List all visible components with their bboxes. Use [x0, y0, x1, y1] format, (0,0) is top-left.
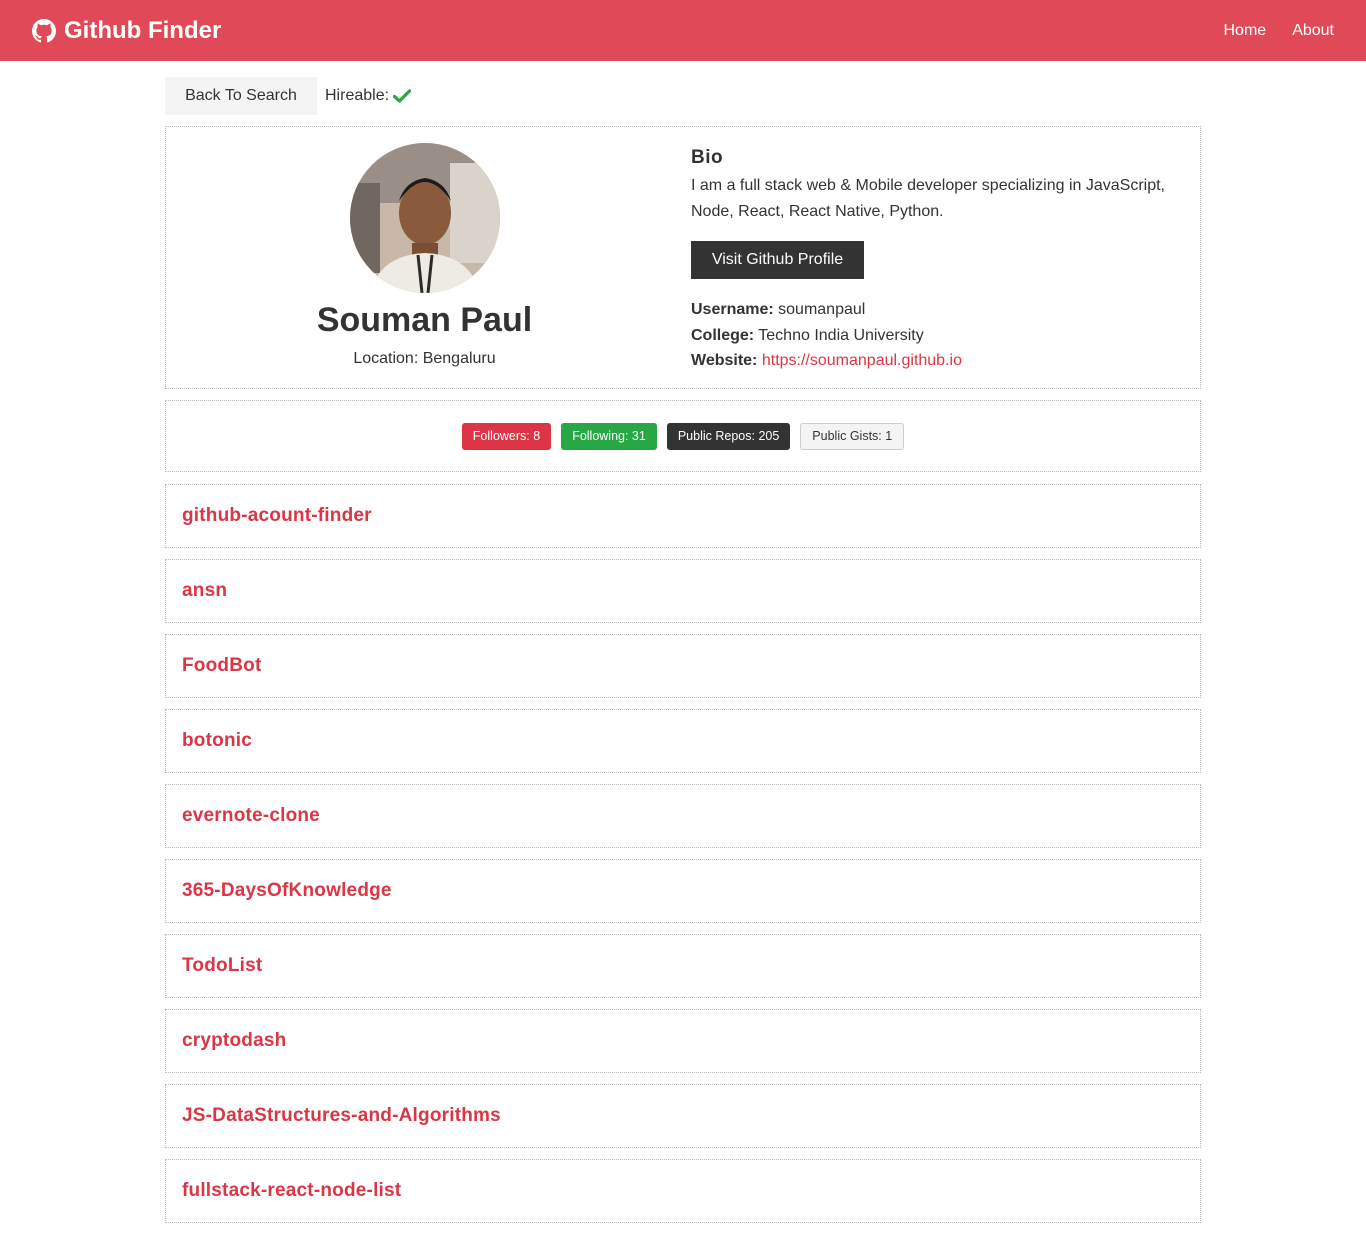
public-repos-badge: Public Repos: 205 — [666, 422, 791, 450]
navbar: Github Finder Home About — [0, 0, 1366, 61]
brand-title: Github Finder — [64, 16, 222, 44]
repo-link[interactable]: JS-DataStructures-and-Algorithms — [182, 1105, 501, 1127]
public-gists-badge: Public Gists: 1 — [800, 422, 905, 450]
profile-card: Souman Paul Location: Bengaluru Bio I am… — [165, 126, 1201, 389]
repo-link[interactable]: botonic — [182, 730, 252, 752]
nav-about-link[interactable]: About — [1292, 22, 1334, 40]
repo-link[interactable]: fullstack-react-node-list — [182, 1180, 401, 1202]
repo-item: JS-DataStructures-and-Algorithms — [165, 1084, 1201, 1148]
bio-text: I am a full stack web & Mobile developer… — [691, 177, 1165, 220]
website-link[interactable]: https://soumanpaul.github.io — [762, 352, 962, 369]
repo-item: botonic — [165, 709, 1201, 773]
bio-title: Bio — [691, 147, 724, 168]
nav-home-link[interactable]: Home — [1224, 22, 1267, 40]
check-icon — [392, 89, 412, 103]
github-icon — [32, 18, 56, 43]
repo-item: TodoList — [165, 934, 1201, 998]
followers-badge: Followers: 8 — [461, 422, 552, 450]
stats-card: Followers: 8 Following: 31 Public Repos:… — [165, 400, 1201, 472]
brand[interactable]: Github Finder — [32, 17, 221, 45]
profile-location: Location: Bengaluru — [353, 350, 496, 367]
repo-item: cryptodash — [165, 1009, 1201, 1073]
repo-link[interactable]: github-acount-finder — [182, 505, 372, 527]
profile-details: Bio I am a full stack web & Mobile devel… — [683, 127, 1200, 388]
repo-item: ansn — [165, 559, 1201, 623]
profile-summary: Souman Paul Location: Bengaluru — [166, 127, 683, 388]
college-label: College: — [691, 326, 755, 344]
repo-link[interactable]: ansn — [182, 580, 227, 602]
avatar — [349, 143, 500, 293]
repo-item: fullstack-react-node-list — [165, 1159, 1201, 1223]
profile-name: Souman Paul — [316, 301, 533, 339]
hireable-label: Hireable: — [325, 87, 390, 104]
main-container: Back To Search Hireable: Souman Paul Loc… — [165, 77, 1201, 1223]
repo-item: evernote-clone — [165, 784, 1201, 848]
repo-item: github-acount-finder — [165, 484, 1201, 548]
website-row: Website: https://soumanpaul.github.io — [691, 348, 1180, 374]
hireable-status: Hireable: — [325, 87, 412, 105]
visit-github-profile-button[interactable]: Visit Github Profile — [691, 241, 864, 279]
nav-links: Home About — [1224, 22, 1335, 40]
info-list: Username: soumanpaul College: Techno Ind… — [691, 297, 1180, 374]
repo-link[interactable]: evernote-clone — [182, 805, 320, 827]
repo-link[interactable]: 365-DaysOfKnowledge — [182, 880, 392, 902]
username-value: soumanpaul — [778, 301, 866, 318]
college-row: College: Techno India University — [691, 323, 1180, 349]
top-row: Back To Search Hireable: — [165, 77, 1201, 115]
back-to-search-button[interactable]: Back To Search — [165, 77, 317, 115]
repo-link[interactable]: TodoList — [182, 955, 262, 977]
repo-item: 365-DaysOfKnowledge — [165, 859, 1201, 923]
username-label: Username: — [691, 301, 774, 318]
repo-list: github-acount-finder ansn FoodBot botoni… — [165, 484, 1201, 1234]
repo-item: FoodBot — [165, 634, 1201, 698]
username-row: Username: soumanpaul — [691, 297, 1180, 323]
repo-link[interactable]: cryptodash — [182, 1030, 286, 1052]
following-badge: Following: 31 — [561, 422, 657, 450]
repo-link[interactable]: FoodBot — [182, 655, 261, 677]
college-value: Techno India University — [758, 326, 924, 344]
website-label: Website: — [691, 352, 758, 369]
